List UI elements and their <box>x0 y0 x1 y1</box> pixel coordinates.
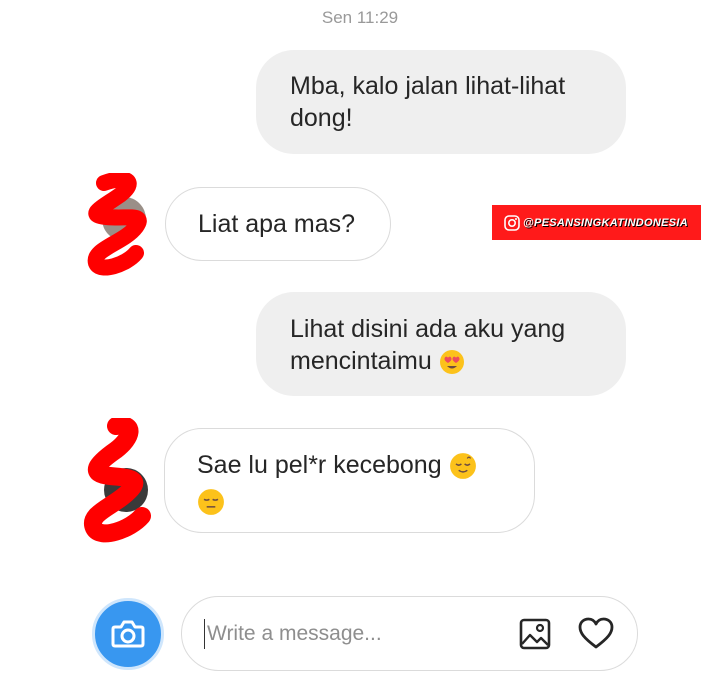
watermark-handle: @PESANSINGKATINDONESIA <box>523 216 689 229</box>
relieved-emoji <box>449 453 476 480</box>
gallery-button[interactable] <box>519 617 551 656</box>
redaction-scribble <box>87 171 147 276</box>
received-message-bubble[interactable]: Sae lu pel*r kecebong <box>164 428 535 533</box>
message-text-line: dong! <box>290 104 353 132</box>
expressionless-emoji <box>198 489 224 516</box>
message-timestamp: Sen 11:29 <box>321 8 399 27</box>
heart-icon <box>578 617 614 649</box>
message-text-line: Mba, kalo jalan lihat-lihat <box>290 72 566 100</box>
camera-button[interactable] <box>92 598 164 670</box>
sent-message-bubble[interactable]: Mba, kalo jalan lihat-lihat dong! <box>256 50 626 154</box>
message-composer <box>181 596 638 671</box>
redaction-scribble <box>84 416 151 543</box>
camera-icon <box>111 620 145 648</box>
like-button[interactable] <box>578 617 614 656</box>
received-message-bubble[interactable]: Liat apa mas? <box>165 187 391 261</box>
heart-eyes-emoji <box>439 350 464 375</box>
message-input[interactable] <box>204 619 507 649</box>
watermark-banner: @PESANSINGKATINDONESIA <box>492 205 701 240</box>
message-text-line: Liat apa mas? <box>198 210 356 238</box>
message-text-line: Lihat disini ada aku yang <box>290 315 566 343</box>
instagram-icon <box>504 214 520 231</box>
message-text-line: mencintaimu <box>290 347 432 375</box>
sender-avatar[interactable] <box>76 416 156 553</box>
gallery-icon <box>519 618 551 650</box>
sent-message-bubble[interactable]: Lihat disini ada aku yang mencintaimu <box>256 292 626 396</box>
message-text-line: Sae lu pel*r kecebong <box>197 451 442 479</box>
sender-avatar[interactable] <box>76 171 156 282</box>
